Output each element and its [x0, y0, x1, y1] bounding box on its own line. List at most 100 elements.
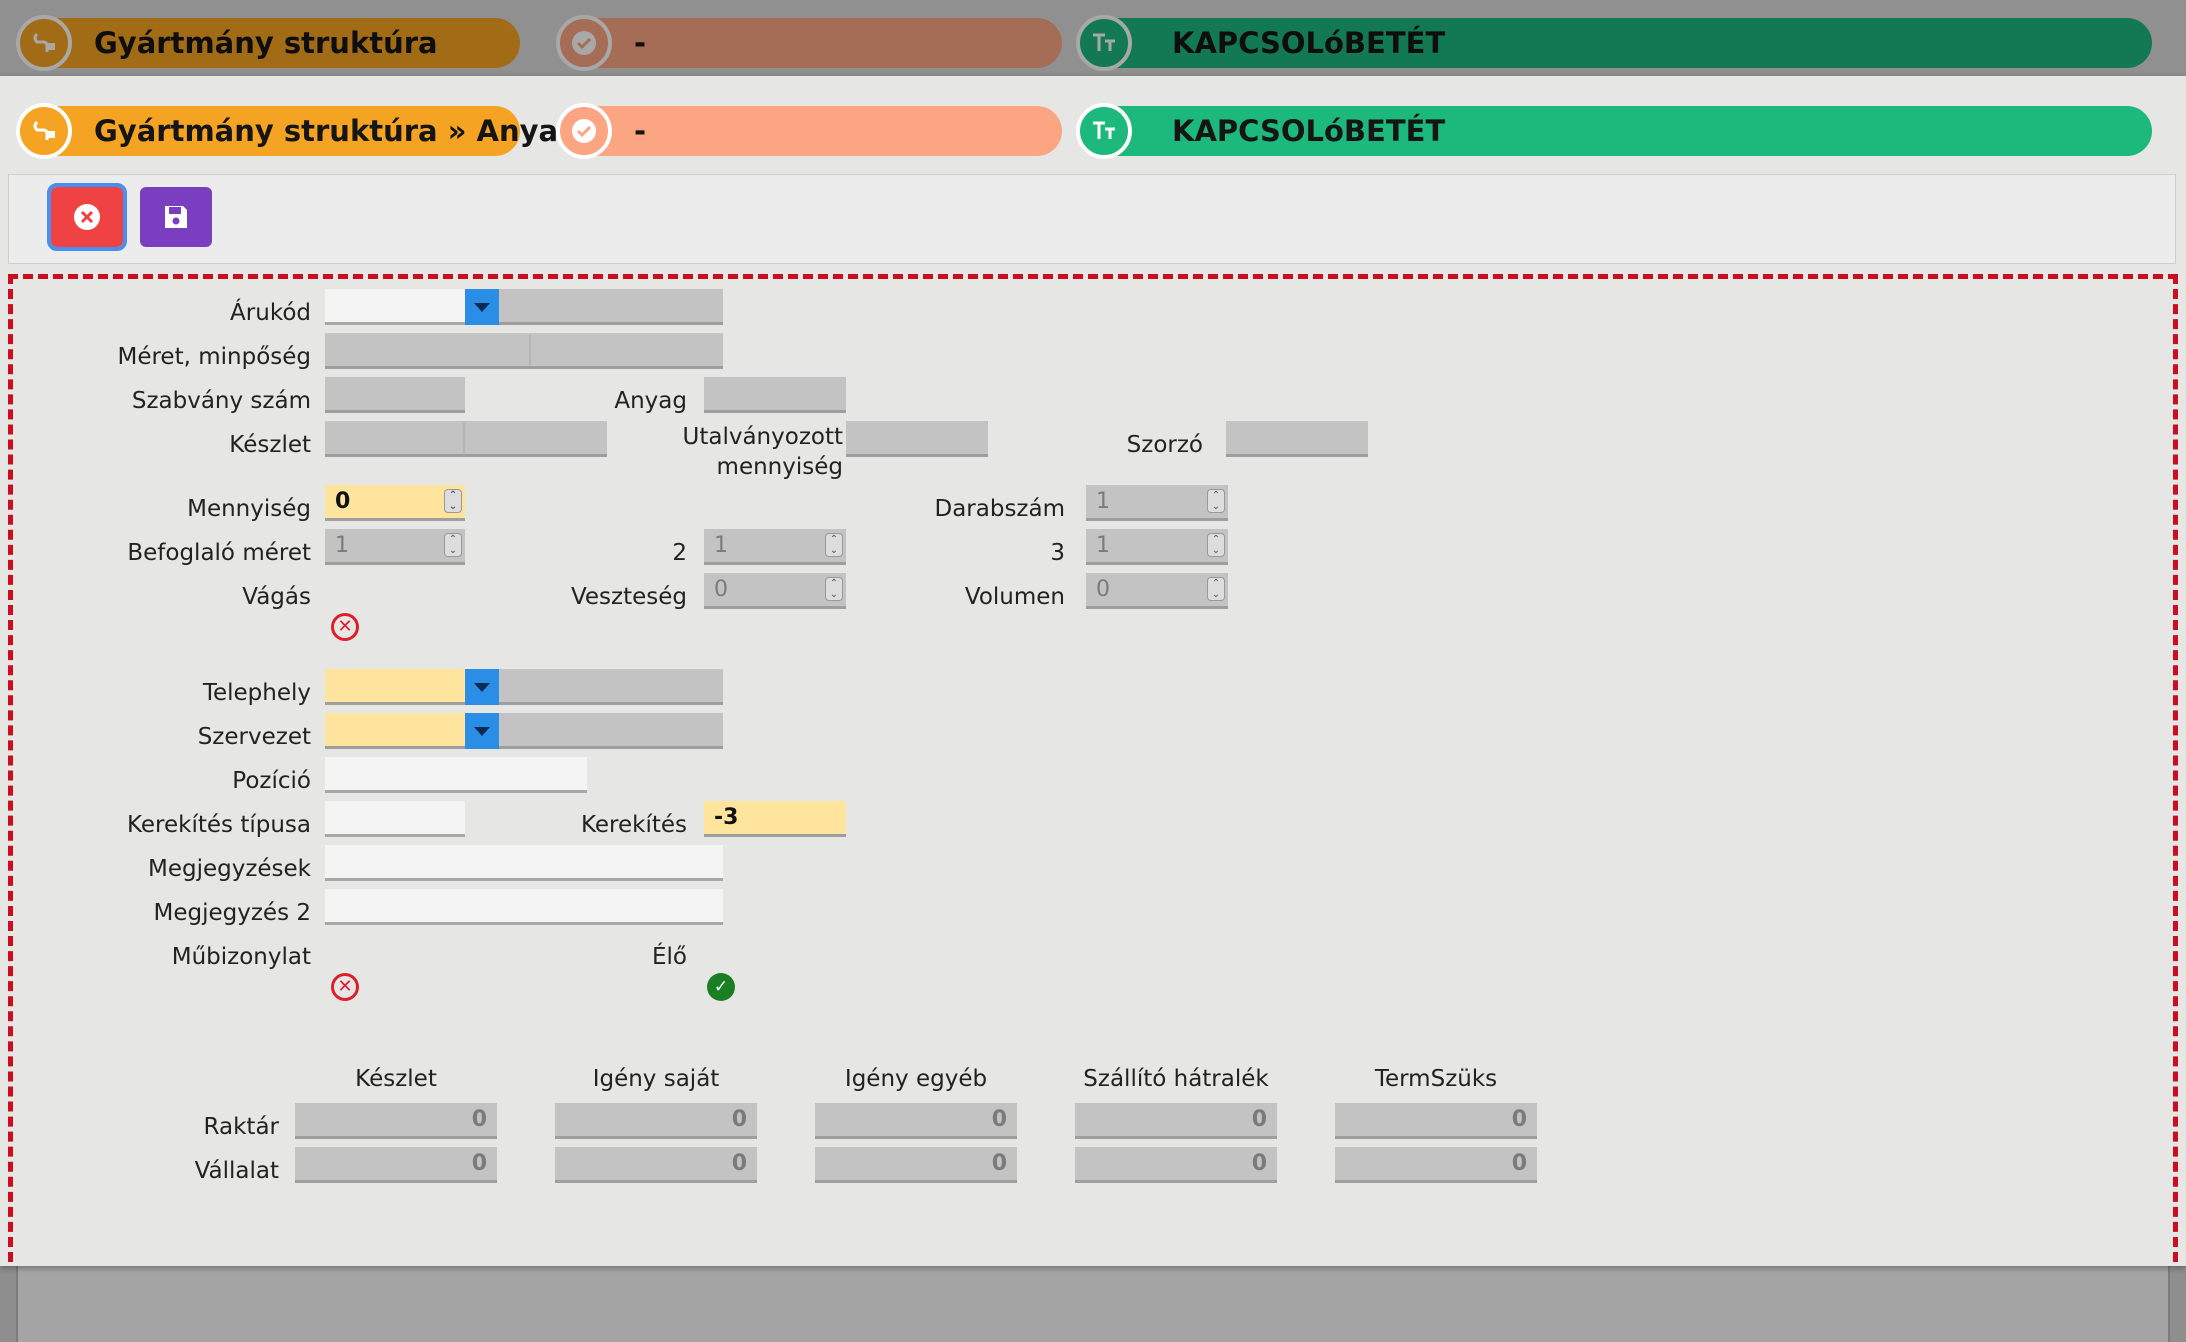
befoglalo-stepper: 1 ⌃ ⌄ [325, 529, 465, 565]
veszteseg-stepper: 0 ⌃ ⌄ [704, 573, 846, 609]
darabszam-value: 1 [1096, 489, 1110, 514]
vagas-checkbox[interactable]: ✕ [331, 613, 359, 641]
telephely-dropdown[interactable] [465, 669, 499, 705]
dim2-label: 2 [672, 540, 687, 566]
vagas-label: Vágás [242, 584, 311, 610]
elo-checkbox[interactable]: ✓ [707, 973, 735, 1001]
mennyiseg-spin-icon[interactable]: ⌃ ⌄ [444, 489, 462, 513]
bg-status-label: - [634, 26, 647, 60]
save-button[interactable] [140, 187, 212, 247]
mennyiseg-label: Mennyiség [187, 496, 311, 522]
stock-row-label: Raktár [203, 1114, 279, 1140]
bg-module-label: Gyártmány struktúra [94, 26, 438, 60]
darabszam-label: Darabszám [934, 496, 1065, 522]
mubizonylat-label: Műbizonylat [171, 944, 311, 970]
dim3-value: 1 [1096, 533, 1110, 558]
kerekites-tipusa-input[interactable] [325, 801, 465, 837]
stock-cell: 0 [295, 1103, 497, 1139]
mennyiseg-value: 0 [335, 489, 351, 514]
stock-col-header: Igény egyéb [844, 1066, 988, 1092]
check-badge-icon [556, 15, 612, 71]
megjegyzesek-label: Megjegyzések [147, 856, 311, 882]
szervezet-name-field [499, 713, 723, 749]
status-label: - [634, 114, 647, 148]
arukod-dropdown[interactable] [465, 289, 499, 325]
elo-label: Élő [652, 944, 687, 970]
floppy-disk-icon [165, 206, 187, 228]
szabvany-field [325, 377, 465, 413]
stock-col-header: TermSzüks [1374, 1066, 1498, 1092]
stock-cell: 0 [1075, 1103, 1277, 1139]
material-form: Árukód Méret, minpőség Szabvány szám Any… [8, 274, 2178, 1262]
kerekites-label: Kerekítés [580, 812, 687, 838]
background-panel [16, 1264, 2170, 1342]
meret-label: Méret, minpőség [117, 344, 311, 370]
mubizonylat-checkbox[interactable]: ✕ [331, 973, 359, 1001]
stock-cell: 0 [555, 1147, 757, 1183]
veszteseg-spin-icon: ⌃ ⌄ [825, 577, 843, 601]
darabszam-stepper: 1 ⌃ ⌄ [1086, 485, 1228, 521]
module-label: Gyártmány struktúra » Anyag [94, 114, 579, 148]
app-root: Gyártmány struktúra - KAPCSOLóBETÉT Gyár… [0, 0, 2186, 1342]
text-size-icon [1076, 15, 1132, 71]
stock-cell: 0 [555, 1103, 757, 1139]
szervezet-dropdown[interactable] [465, 713, 499, 749]
dim3-stepper: 1 ⌃ ⌄ [1086, 529, 1228, 565]
anyag-field [704, 377, 846, 413]
volumen-spin-icon: ⌃ ⌄ [1207, 577, 1225, 601]
cancel-button[interactable] [47, 183, 127, 251]
pozicio-input[interactable] [325, 757, 587, 793]
szorzo-field [1226, 421, 1368, 457]
anyag-label: Anyag [614, 388, 687, 414]
module-pill: Gyártmány struktúra » Anyag [16, 103, 579, 159]
arukod-input[interactable] [325, 289, 465, 325]
mennyiseg-stepper[interactable]: 0 ⌃ ⌄ [325, 485, 465, 521]
arukod-label: Árukód [230, 300, 311, 326]
befoglalo-spin-icon: ⌃ ⌄ [444, 533, 462, 557]
volumen-value: 0 [1096, 577, 1110, 602]
dim2-stepper: 1 ⌃ ⌄ [704, 529, 846, 565]
befoglalo-value: 1 [335, 533, 349, 558]
megjegyzesek-input[interactable] [325, 845, 723, 881]
plug-icon [16, 103, 72, 159]
szervezet-input[interactable] [325, 713, 465, 749]
kerekites-value: -3 [714, 805, 739, 830]
stock-cell: 0 [815, 1147, 1017, 1183]
kerekites-tipusa-label: Kerekítés típusa [126, 812, 311, 838]
volumen-label: Volumen [964, 584, 1065, 610]
telephely-label: Telephely [202, 680, 311, 706]
stock-col-header: Szállító hátralék [1083, 1066, 1269, 1092]
x-icon: ✕ [337, 616, 353, 637]
telephely-input[interactable] [325, 669, 465, 705]
megjegyzes2-label: Megjegyzés 2 [153, 900, 312, 926]
bg-name-label: KAPCSOLóBETÉT [1172, 26, 1446, 60]
name-label: KAPCSOLóBETÉT [1172, 114, 1446, 148]
szabvany-label: Szabvány szám [131, 388, 311, 414]
stock-cell: 0 [1335, 1103, 1537, 1139]
arukod-name-field [499, 289, 723, 325]
toolbar [8, 174, 2176, 264]
check-icon: ✓ [713, 977, 729, 997]
telephely-name-field [499, 669, 723, 705]
befoglalo-label: Befoglaló méret [127, 540, 311, 566]
meret-field [325, 333, 723, 369]
bg-status-pill: - [556, 15, 1062, 71]
stock-row-label: Vállalat [194, 1158, 279, 1184]
close-circle-icon [74, 204, 100, 230]
keszlet-field [325, 421, 607, 457]
utalvanyozott-label-line1: Utalványozott [682, 424, 843, 450]
kerekites-input[interactable]: -3 [704, 801, 846, 837]
megjegyzes2-input[interactable] [325, 889, 723, 925]
stock-cell: 0 [1075, 1147, 1277, 1183]
keszlet-label: Készlet [229, 432, 311, 458]
veszteseg-label: Veszteség [570, 584, 687, 610]
dim3-spin-icon: ⌃ ⌄ [1207, 533, 1225, 557]
utalvanyozott-label-line2: mennyiség [716, 454, 843, 480]
check-badge-icon [556, 103, 612, 159]
utalvanyozott-field [846, 421, 988, 457]
stock-cell: 0 [1335, 1147, 1537, 1183]
text-size-icon [1076, 103, 1132, 159]
x-icon: ✕ [337, 976, 353, 997]
status-pill: - [556, 103, 1062, 159]
szervezet-label: Szervezet [197, 724, 311, 750]
